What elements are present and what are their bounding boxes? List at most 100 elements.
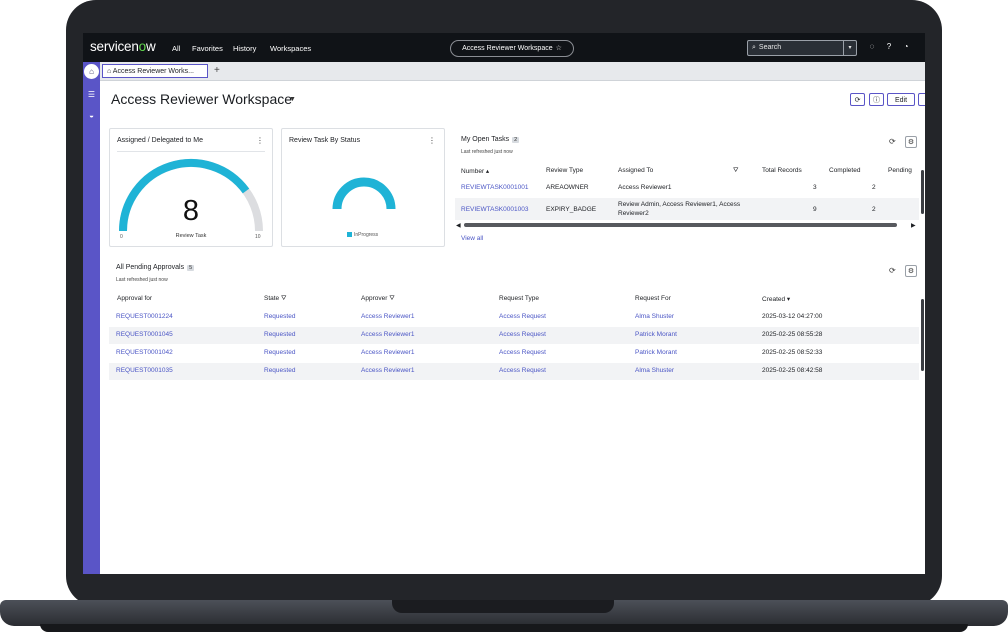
approval-request-type[interactable]: Access Request (499, 367, 546, 374)
refresh-icon[interactable]: ⟳ (889, 137, 896, 146)
search-scope-dropdown[interactable]: ▾ (843, 41, 856, 55)
col-assigned-to[interactable]: Assigned To (618, 167, 653, 174)
top-nav: servicenow All Favorites History Workspa… (83, 33, 925, 62)
approval-request-for[interactable]: Patrick Morant (635, 349, 677, 356)
approval-request-type[interactable]: Access Request (499, 349, 546, 356)
approval-approver[interactable]: Access Reviewer1 (361, 313, 414, 320)
vertical-scrollbar[interactable] (921, 170, 924, 214)
approval-created: 2025-03-12 04:27:00 (762, 313, 823, 320)
horizontal-scrollbar[interactable] (464, 223, 897, 227)
col-state[interactable]: State ⛛ (264, 295, 286, 303)
col-request-for[interactable]: Request For (635, 295, 671, 302)
servicenow-logo[interactable]: servicenow (90, 39, 156, 54)
star-icon[interactable]: ☆ (556, 45, 562, 52)
task-completed: 2 (872, 184, 876, 191)
col-created-label: Created (762, 296, 786, 303)
add-tab-button[interactable]: + (214, 64, 220, 78)
refresh-icon[interactable]: ⟳ (889, 266, 896, 275)
approval-approver[interactable]: Access Reviewer1 (361, 367, 414, 374)
col-total-records[interactable]: Total Records (762, 167, 802, 174)
approval-created: 2025-02-25 08:42:58 (762, 367, 823, 374)
assigned-gauge-card: Assigned / Delegated to Me ⋮ 8 Review Ta… (109, 128, 273, 247)
list-icon[interactable]: ☰ (86, 89, 97, 100)
home-icon[interactable]: ⌂ (84, 64, 99, 79)
col-pending[interactable]: Pending (888, 167, 912, 174)
chat-icon[interactable]: ◌ (867, 42, 877, 52)
approval-approver[interactable]: Access Reviewer1 (361, 331, 414, 338)
col-approver[interactable]: Approver ⛛ (361, 295, 395, 303)
approval-request-type[interactable]: Access Request (499, 313, 546, 320)
col-completed[interactable]: Completed (829, 167, 860, 174)
dashboard-gauge-icon[interactable]: ◒ (86, 110, 97, 121)
open-tasks-title: My Open Tasks 2 (461, 136, 520, 143)
approval-link[interactable]: REQUEST0001035 (116, 367, 173, 374)
filter-icon[interactable]: ⛛ (389, 295, 394, 302)
gauge-max: 10 (255, 234, 261, 240)
workspace-pill-label: Access Reviewer Workspace (462, 45, 553, 52)
task-number-link[interactable]: REVIEWTASK0001003 (461, 206, 528, 213)
page-title: Access Reviewer Workspace (111, 91, 293, 107)
filter-icon[interactable]: ⛛ (733, 167, 738, 175)
legend-item[interactable]: InProgress (347, 232, 378, 238)
approval-state[interactable]: Requested (264, 313, 295, 320)
scroll-left-arrow[interactable]: ◀ (456, 222, 461, 229)
tab-access-reviewer-workspace[interactable]: ⌂ Access Reviewer Works... (102, 64, 208, 78)
col-approval-for[interactable]: Approval for (117, 295, 152, 302)
info-button[interactable]: ⓘ (869, 93, 884, 106)
filter-icon[interactable]: ⛛ (281, 295, 286, 302)
settings-gear-icon[interactable]: ⚙ (905, 136, 917, 148)
approval-approver[interactable]: Access Reviewer1 (361, 349, 414, 356)
col-state-label: State (264, 295, 280, 302)
task-total-records: 9 (813, 206, 817, 213)
approval-state[interactable]: Requested (264, 331, 295, 338)
vertical-scrollbar[interactable] (921, 299, 924, 371)
nav-all[interactable]: All (172, 44, 180, 53)
search-placeholder: Search (758, 44, 782, 51)
task-assigned-to: Access Reviewer1 (618, 184, 672, 191)
search-icon: ⌕ (752, 44, 756, 51)
tab-bar (83, 62, 925, 81)
approval-state[interactable]: Requested (264, 349, 295, 356)
notifications-bell-icon[interactable]: ◔ (901, 42, 911, 52)
approval-link[interactable]: REQUEST0001042 (116, 349, 173, 356)
approval-link[interactable]: REQUEST0001045 (116, 331, 173, 338)
refresh-page-button[interactable]: ⟳ (850, 93, 865, 106)
col-approver-label: Approver (361, 295, 388, 302)
col-number-label: Number (461, 168, 485, 175)
pending-approvals-title-text: All Pending Approvals (116, 264, 185, 271)
nav-history[interactable]: History (233, 44, 256, 53)
task-assigned-to-cont: Reviewer2 (618, 210, 649, 217)
status-segment-inprogress[interactable] (332, 177, 396, 210)
gauge-chart (119, 159, 263, 232)
laptop-notch (392, 600, 614, 613)
chevron-down-icon[interactable]: ▼ (289, 96, 296, 103)
status-donut-chart (332, 177, 396, 210)
approval-request-type[interactable]: Access Request (499, 331, 546, 338)
more-actions-button[interactable] (918, 93, 925, 106)
global-search[interactable]: ⌕ Search ▾ (747, 40, 857, 56)
settings-gear-icon[interactable]: ⚙ (905, 265, 917, 277)
edit-button[interactable]: Edit (887, 93, 915, 106)
col-review-type[interactable]: Review Type (546, 167, 583, 174)
nav-workspaces[interactable]: Workspaces (270, 44, 311, 53)
col-created[interactable]: Created ▾ (762, 295, 790, 303)
gauge-value: 8 (182, 195, 200, 227)
approval-state[interactable]: Requested (264, 367, 295, 374)
task-total-records: 3 (813, 184, 817, 191)
approval-link[interactable]: REQUEST0001224 (116, 313, 173, 320)
count-badge: 5 (187, 265, 195, 271)
approval-request-for[interactable]: Alma Shuster (635, 313, 674, 320)
help-icon[interactable]: ? (884, 42, 894, 52)
view-all-link[interactable]: View all (461, 235, 483, 242)
nav-favorites[interactable]: Favorites (192, 44, 223, 53)
scroll-right-arrow[interactable]: ▶ (911, 222, 916, 229)
approval-request-for[interactable]: Alma Shuster (635, 367, 674, 374)
col-request-type[interactable]: Request Type (499, 295, 539, 302)
task-number-link[interactable]: REVIEWTASK0001001 (461, 184, 528, 191)
workspace-pill[interactable]: Access Reviewer Workspace ☆ (450, 40, 574, 57)
tab-label: Access Reviewer Works... (112, 68, 194, 75)
legend-swatch (347, 232, 352, 237)
col-number[interactable]: Number ▴ (461, 167, 489, 175)
approval-request-for[interactable]: Patrick Morant (635, 331, 677, 338)
last-refreshed: Last refreshed just now (116, 277, 168, 283)
